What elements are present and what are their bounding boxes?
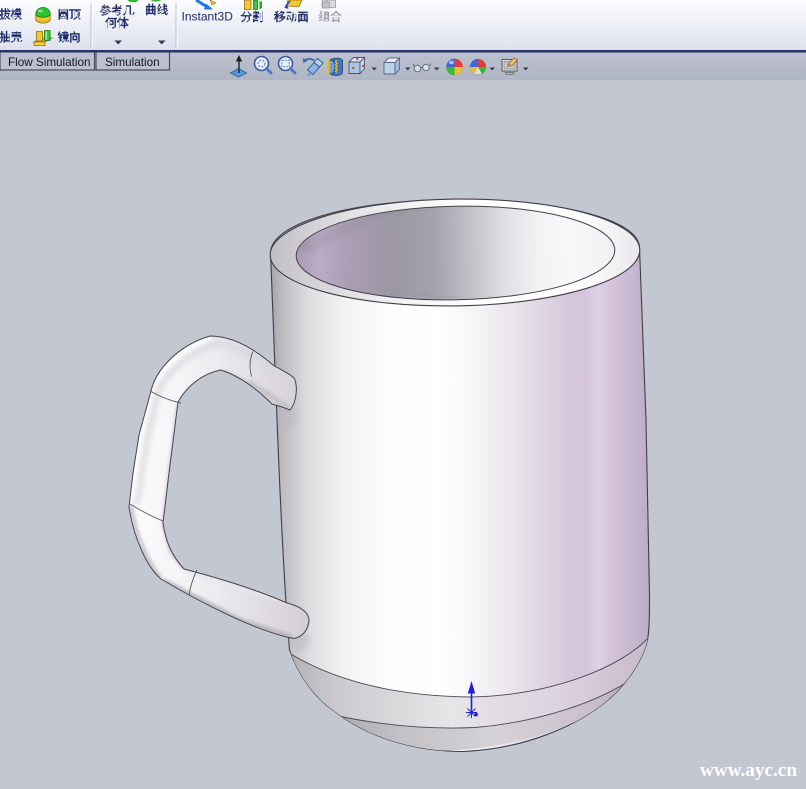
svg-text:Flow Simulation: Flow Simulation [8,56,91,69]
svg-text:Instant3D: Instant3D [182,10,234,24]
svg-text:Simulation: Simulation [105,56,160,69]
svg-text:www.ayc.cn: www.ayc.cn [700,760,797,781]
